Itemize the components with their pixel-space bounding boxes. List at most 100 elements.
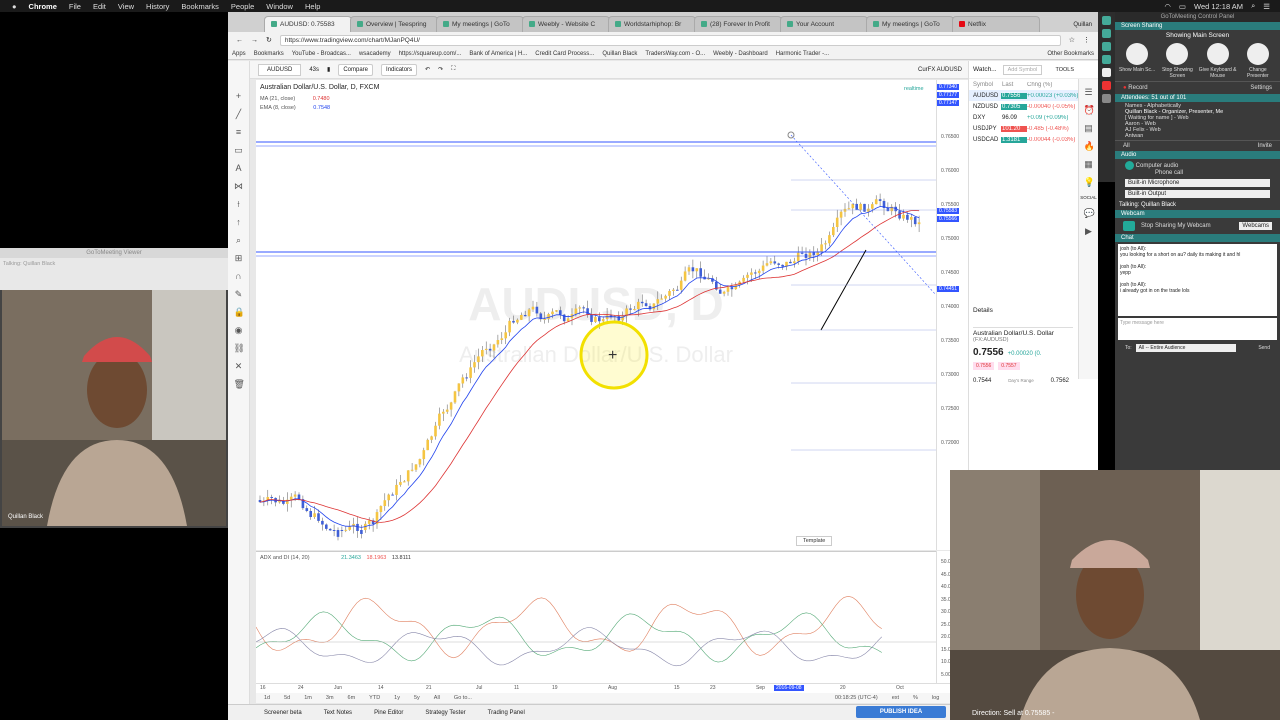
zoom-icon[interactable]: ⌕ bbox=[234, 235, 244, 245]
bookmark[interactable]: Bookmarks bbox=[254, 51, 284, 57]
ruler-icon[interactable]: ⊞ bbox=[234, 253, 244, 263]
menu-edit[interactable]: Edit bbox=[93, 2, 106, 11]
bookmark[interactable]: https://squareup.com/... bbox=[399, 51, 462, 57]
tab-gotomeeting-2[interactable]: My meetings | GoTo bbox=[866, 16, 954, 32]
hline-icon[interactable]: ≡ bbox=[234, 127, 244, 137]
screen-sharing-header[interactable]: Screen Sharing bbox=[1115, 22, 1280, 30]
back-icon[interactable]: ← bbox=[236, 37, 243, 44]
bookmark-other[interactable]: Other Bookmarks bbox=[1047, 51, 1094, 57]
chat-icon[interactable]: 💬 bbox=[1084, 208, 1095, 218]
gtm-pause-icon[interactable] bbox=[1102, 68, 1111, 77]
price-chart-svg[interactable]: AUDUSD, D Australian Dollar/U.S. Dollar … bbox=[256, 80, 937, 550]
url-input[interactable]: https://www.tradingview.com/chart/MJanPQ… bbox=[279, 34, 1061, 46]
bookmark[interactable]: TradersWay.com - O... bbox=[645, 51, 705, 57]
invite-button[interactable]: Invite bbox=[1258, 143, 1272, 149]
gtm-chat-icon[interactable] bbox=[1102, 55, 1111, 64]
microphone-select[interactable]: Built-in Microphone bbox=[1125, 179, 1270, 187]
alerts-icon[interactable]: ⏰ bbox=[1084, 105, 1095, 115]
pencil-icon[interactable]: ✎ bbox=[234, 289, 244, 299]
webcam-header[interactable]: Webcam bbox=[1115, 210, 1280, 218]
send-button[interactable]: Send bbox=[1258, 345, 1270, 351]
magnet-icon[interactable]: ∩ bbox=[234, 271, 244, 281]
text-icon[interactable]: A bbox=[234, 163, 244, 173]
indicators-button[interactable]: Indicators bbox=[381, 63, 418, 76]
goto-button[interactable]: Go to... bbox=[454, 695, 472, 701]
range-5y[interactable]: 5y bbox=[414, 695, 420, 701]
tab-strategy-tester[interactable]: Strategy Tester bbox=[425, 710, 465, 716]
currency-label[interactable]: CurFX AUDUSD bbox=[918, 67, 962, 73]
undo-icon[interactable]: ↶ bbox=[425, 66, 430, 73]
trendline[interactable] bbox=[820, 249, 867, 331]
attendees-header[interactable]: Attendees: 51 out of 101 bbox=[1115, 94, 1280, 102]
streams-icon[interactable]: ▶ bbox=[1084, 226, 1094, 236]
range-1y[interactable]: 1y bbox=[394, 695, 400, 701]
menu-view[interactable]: View bbox=[118, 2, 134, 11]
phone-call-option[interactable]: Phone call bbox=[1125, 170, 1270, 176]
redo-icon[interactable]: ↷ bbox=[438, 66, 443, 73]
all-filter[interactable]: All bbox=[1123, 143, 1130, 149]
tab-netflix[interactable]: Netflix bbox=[952, 16, 1040, 32]
output-select[interactable]: Built-in Output bbox=[1125, 190, 1270, 198]
mic-icon[interactable] bbox=[1125, 161, 1134, 170]
add-symbol-input[interactable]: Add Symbol bbox=[1002, 64, 1043, 75]
gtm-webcam-icon[interactable] bbox=[1102, 42, 1111, 51]
webcam-icon[interactable] bbox=[1123, 221, 1135, 231]
candles-icon[interactable]: ▮ bbox=[327, 66, 330, 73]
crosshair-icon[interactable]: + bbox=[234, 91, 244, 101]
show-main-screen-icon[interactable] bbox=[1126, 43, 1149, 65]
menu-file[interactable]: File bbox=[69, 2, 81, 11]
battery-icon[interactable]: ▭ bbox=[1179, 2, 1186, 11]
scale-percent[interactable]: % bbox=[913, 695, 918, 701]
tab-worldstar[interactable]: Worldstarhiphop: Br bbox=[608, 16, 696, 32]
computer-audio-option[interactable]: Computer audio bbox=[1136, 163, 1179, 169]
col-last[interactable]: Last bbox=[1001, 82, 1027, 88]
tab-pine-editor[interactable]: Pine Editor bbox=[374, 710, 403, 716]
hotlist-icon[interactable]: 🔥 bbox=[1084, 141, 1095, 151]
range-1m[interactable]: 1m bbox=[304, 695, 312, 701]
remove-icon[interactable]: ✕ bbox=[234, 361, 244, 371]
tab-trading-panel[interactable]: Trading Panel bbox=[488, 710, 525, 716]
chat-log[interactable]: josh (to All): you looking for a short o… bbox=[1118, 244, 1277, 316]
range-5d[interactable]: 5d bbox=[284, 695, 290, 701]
menu-bookmarks[interactable]: Bookmarks bbox=[181, 2, 219, 11]
reload-icon[interactable]: ↻ bbox=[266, 36, 272, 44]
clock[interactable]: Wed 12:18 AM bbox=[1194, 2, 1243, 11]
bookmark[interactable]: Quillan Black bbox=[602, 51, 637, 57]
profile-name[interactable]: Quillan bbox=[1073, 22, 1092, 28]
stop-webcam-button[interactable]: Stop Sharing My Webcam bbox=[1141, 223, 1211, 229]
range-1d[interactable]: 1d bbox=[264, 695, 270, 701]
settings-button[interactable]: Settings bbox=[1250, 85, 1272, 91]
watchlist-icon[interactable]: ☰ bbox=[1084, 87, 1094, 97]
tab-weebly[interactable]: Weebly - Website C bbox=[522, 16, 610, 32]
fullscreen-icon[interactable]: ⛶ bbox=[451, 66, 455, 73]
tab-gotomeeting[interactable]: My meetings | GoTo bbox=[436, 16, 524, 32]
forward-icon[interactable]: → bbox=[251, 37, 258, 44]
chat-input[interactable]: Type message here bbox=[1118, 318, 1277, 340]
menu-history[interactable]: History bbox=[146, 2, 169, 11]
bookmark[interactable]: YouTube - Broadcas... bbox=[292, 51, 351, 57]
bookmark[interactable]: Harmonic Trader -... bbox=[776, 51, 829, 57]
fib-icon[interactable]: ⟊ bbox=[234, 199, 244, 209]
bookmark[interactable]: Apps bbox=[232, 51, 246, 57]
trend-dashed-line[interactable] bbox=[790, 134, 937, 296]
attendee-item[interactable]: Antwan bbox=[1125, 133, 1270, 139]
tab-account[interactable]: Your Account bbox=[780, 16, 868, 32]
details-title[interactable]: Details bbox=[973, 307, 993, 314]
audio-header[interactable]: Audio bbox=[1115, 151, 1280, 159]
pattern-icon[interactable]: ⋈ bbox=[234, 181, 244, 191]
range-3m[interactable]: 3m bbox=[326, 695, 334, 701]
menu-help[interactable]: Help bbox=[305, 2, 320, 11]
tab-forever[interactable]: (28) Forever In Profit bbox=[694, 16, 782, 32]
publish-idea-button[interactable]: PUBLISH IDEA bbox=[856, 706, 946, 718]
give-keyboard-icon[interactable] bbox=[1206, 43, 1229, 65]
range-ytd[interactable]: YTD bbox=[369, 695, 380, 701]
tab-audusd[interactable]: AUDUSD: 0.75583 bbox=[264, 16, 352, 32]
symbol-input[interactable]: AUDUSD bbox=[258, 63, 302, 76]
list-icon[interactable]: ☰ bbox=[1263, 2, 1270, 11]
bookmark[interactable]: Credit Card Process... bbox=[535, 51, 594, 57]
scale-log[interactable]: log bbox=[932, 695, 939, 701]
search-icon[interactable]: ⌕ bbox=[1251, 1, 1255, 11]
star-icon[interactable]: ☆ bbox=[1069, 36, 1075, 44]
trendline-icon[interactable]: ╱ bbox=[234, 109, 244, 119]
lock-icon[interactable]: 🔒 bbox=[234, 307, 245, 317]
